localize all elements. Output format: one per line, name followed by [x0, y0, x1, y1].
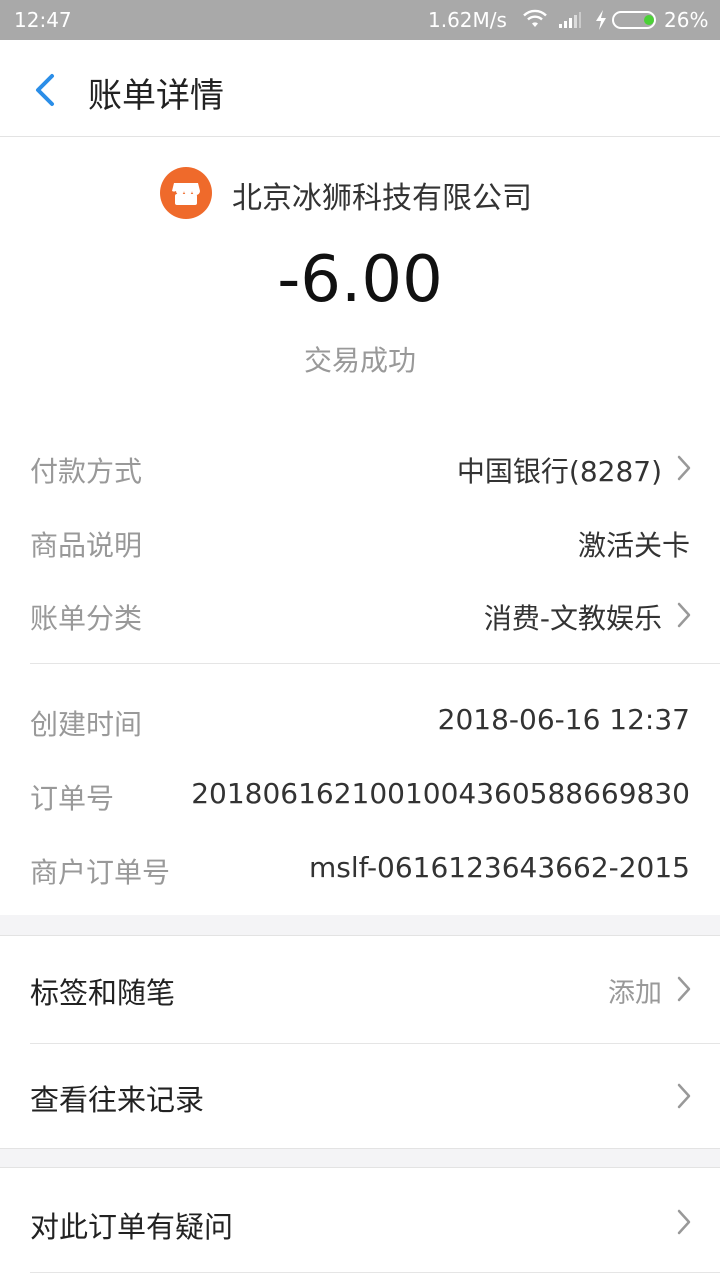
- actions-section: 标签和随笔 添加 查看往来记录: [0, 935, 720, 1149]
- row-label: 账单分类: [30, 602, 143, 635]
- row-value: 2018061621001004360588669830: [191, 777, 690, 810]
- created-time-row: 创建时间 2018-06-16 12:37: [0, 695, 720, 745]
- row-value: 中国银行(8287): [456, 455, 662, 488]
- divider: [30, 1272, 720, 1273]
- payment-method-row[interactable]: 付款方式 中国银行(8287): [0, 442, 720, 492]
- order-question-item[interactable]: 对此订单有疑问: [0, 1168, 720, 1274]
- row-value: 2018-06-16 12:37: [437, 703, 690, 736]
- view-history-item[interactable]: 查看往来记录: [0, 1043, 720, 1149]
- transaction-status: 交易成功: [303, 344, 416, 377]
- row-value: 消费-文教娱乐: [483, 602, 662, 635]
- chevron-right-icon: [677, 976, 691, 1002]
- status-bar: 12:47 1.62M/s 26%: [0, 0, 720, 40]
- charging-icon: [596, 10, 606, 30]
- order-number-row: 订单号 2018061621001004360588669830: [0, 769, 720, 819]
- back-icon[interactable]: [28, 70, 64, 110]
- chevron-right-icon: [677, 602, 691, 628]
- merchant-header: 北京冰狮科技有限公司: [0, 165, 720, 221]
- chevron-right-icon: [677, 1083, 691, 1109]
- battery-icon: [612, 11, 656, 29]
- battery-percent: 26%: [664, 8, 709, 32]
- merchant-name: 北京冰狮科技有限公司: [232, 181, 532, 216]
- signal-icon: [559, 12, 581, 28]
- tags-notes-item[interactable]: 标签和随笔 添加: [0, 936, 720, 1042]
- row-label: 创建时间: [30, 708, 143, 741]
- question-section: 对此订单有疑问: [0, 1167, 720, 1280]
- item-label: 标签和随笔: [30, 976, 176, 1010]
- nav-bar: 账单详情: [0, 40, 720, 137]
- amount: -6.00: [277, 243, 443, 317]
- row-value: mslf-0616123643662-2015: [308, 851, 690, 884]
- row-label: 商品说明: [30, 529, 143, 562]
- row-label: 商户订单号: [30, 856, 171, 889]
- store-icon: [160, 167, 212, 219]
- bill-card: 北京冰狮科技有限公司 -6.00 交易成功 付款方式 中国银行(8287) 商品…: [0, 137, 720, 915]
- status-time: 12:47: [14, 8, 72, 32]
- row-label: 付款方式: [30, 455, 143, 488]
- chevron-right-icon: [677, 1209, 691, 1235]
- divider: [30, 663, 720, 664]
- row-value: 激活关卡: [577, 529, 690, 562]
- network-speed: 1.62M/s: [428, 8, 507, 32]
- bill-category-row[interactable]: 账单分类 消费-文教娱乐: [0, 589, 720, 639]
- item-label: 对此订单有疑问: [30, 1210, 234, 1244]
- add-hint: 添加: [608, 978, 662, 1009]
- wifi-icon: [523, 9, 547, 27]
- item-label: 查看往来记录: [30, 1083, 205, 1117]
- product-description-row: 商品说明 激活关卡: [0, 516, 720, 566]
- merchant-order-number-row: 商户订单号 mslf-0616123643662-2015: [0, 843, 720, 893]
- chevron-right-icon: [677, 455, 691, 481]
- page-title: 账单详情: [88, 76, 224, 116]
- row-label: 订单号: [30, 782, 115, 815]
